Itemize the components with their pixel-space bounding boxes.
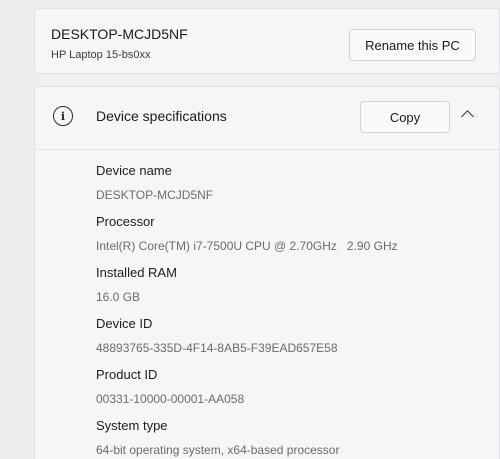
spec-row-system-type: System type 64-bit operating system, x64… xyxy=(96,418,339,457)
info-icon: i xyxy=(53,106,73,126)
spec-row-device-name: Device name DESKTOP-MCJD5NF xyxy=(96,163,213,202)
device-specifications-card: i Device specifications Copy Device name… xyxy=(34,86,500,459)
processor-speed: 2.90 GHz xyxy=(346,239,398,253)
spec-label: Product ID xyxy=(96,367,158,382)
spec-label: Installed RAM xyxy=(96,265,177,280)
pc-name: DESKTOP-MCJD5NF xyxy=(51,26,188,42)
spec-value: Intel(R) Core(TM) i7-7500U CPU @ 2.70GHz… xyxy=(96,239,398,253)
copy-button[interactable]: Copy xyxy=(360,101,450,133)
spec-label: Device ID xyxy=(96,316,153,331)
chevron-up-icon[interactable] xyxy=(461,110,474,123)
divider xyxy=(35,149,499,150)
spec-value: DESKTOP-MCJD5NF xyxy=(96,188,214,202)
processor-model: Intel(R) Core(TM) i7-7500U CPU @ 2.70GHz xyxy=(96,239,337,253)
spec-value: 48893765-335D-4F14-8AB5-F39EAD657E58 xyxy=(96,341,338,355)
spec-row-processor: Processor Intel(R) Core(TM) i7-7500U CPU… xyxy=(96,214,398,253)
spec-value: 16.0 GB xyxy=(96,290,141,304)
spec-row-product-id: Product ID 00331-10000-00001-AA058 xyxy=(96,367,244,406)
spec-value: 64-bit operating system, x64-based proce… xyxy=(96,443,340,457)
device-specifications-title: Device specifications xyxy=(96,108,227,124)
rename-pc-button[interactable]: Rename this PC xyxy=(349,29,476,61)
settings-about-page: DESKTOP-MCJD5NF HP Laptop 15-bs0xx Renam… xyxy=(0,0,500,459)
spec-value: 00331-10000-00001-AA058 xyxy=(96,392,245,406)
pc-info-card: DESKTOP-MCJD5NF HP Laptop 15-bs0xx Renam… xyxy=(34,8,500,74)
spec-label: Processor xyxy=(96,214,155,229)
spec-row-device-id: Device ID 48893765-335D-4F14-8AB5-F39EAD… xyxy=(96,316,338,355)
spec-label: System type xyxy=(96,418,168,433)
spec-label: Device name xyxy=(96,163,172,178)
spec-row-installed-ram: Installed RAM 16.0 GB xyxy=(96,265,177,304)
device-specifications-header[interactable]: i Device specifications Copy xyxy=(35,87,499,147)
pc-model: HP Laptop 15-bs0xx xyxy=(51,49,151,61)
